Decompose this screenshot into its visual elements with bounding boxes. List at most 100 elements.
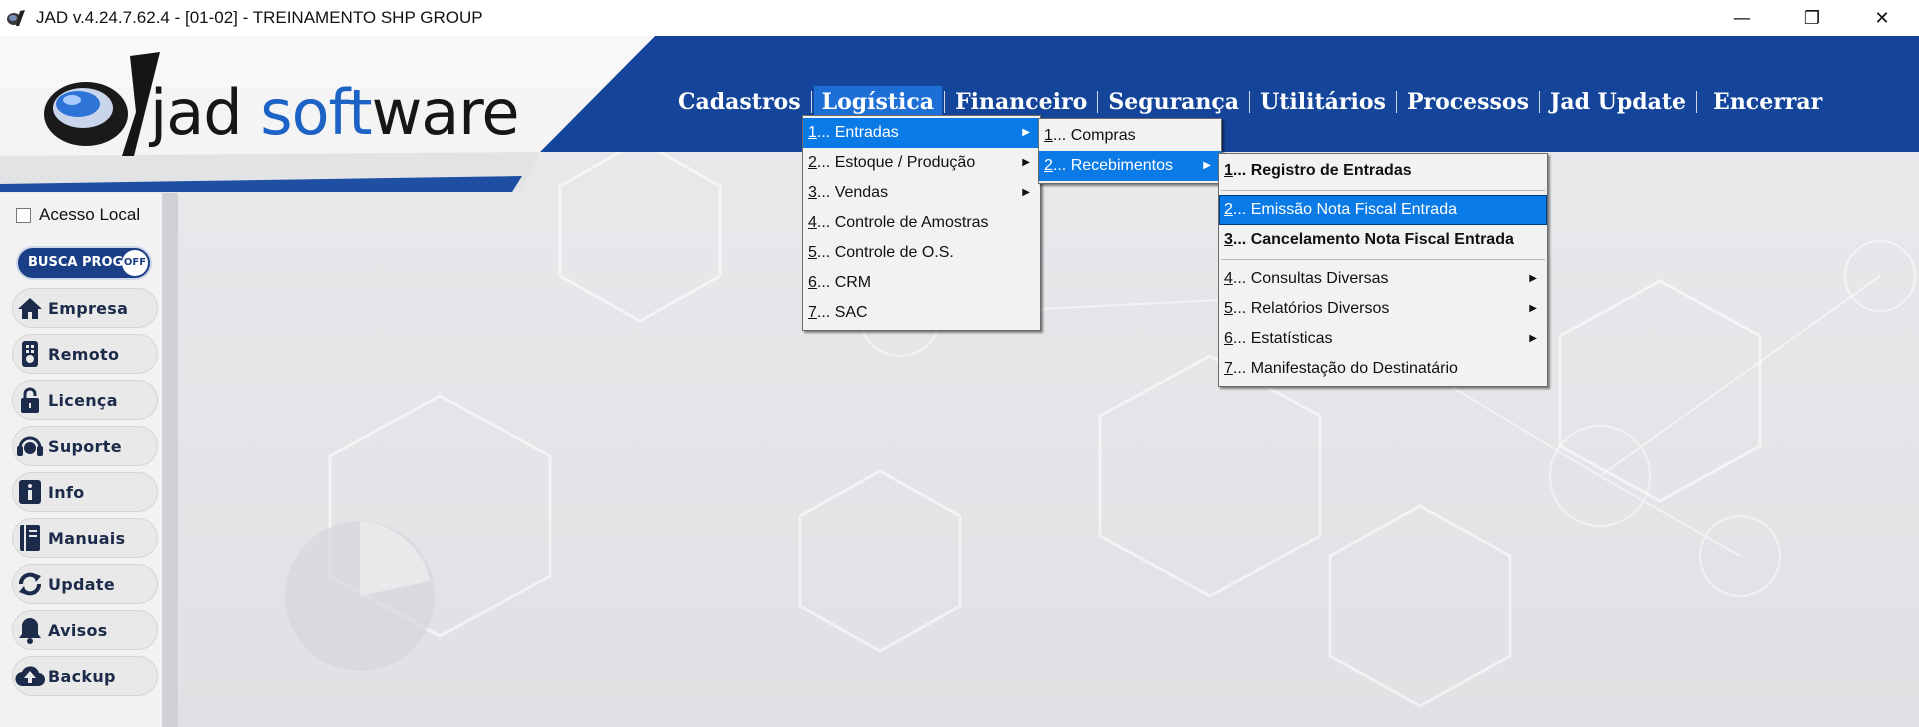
menu-item-number: 1	[808, 124, 817, 141]
menu-item-number: 4	[1224, 270, 1233, 287]
menu-item-label: ... Registro de Entradas	[1232, 162, 1412, 179]
sidebar-button-empresa[interactable]: Empresa	[12, 288, 158, 328]
menu-item-number: 2	[808, 154, 817, 171]
menu-item-number: 5	[1224, 300, 1233, 317]
local-access-checkbox[interactable]	[16, 207, 31, 223]
menu-item-number: 7	[808, 304, 817, 321]
sidebar-button-label: Backup	[48, 666, 116, 686]
menu-logistica[interactable]: Logística	[813, 86, 943, 118]
menu-item-label: ... Compras	[1052, 127, 1136, 144]
menu-item-number: 1	[1044, 127, 1053, 144]
menu-item-estatisticas[interactable]: 6... Estatísticas ▶	[1219, 324, 1547, 354]
sidebar: Acesso Local BUSCA PROG. OFF Empresa Rem…	[0, 193, 178, 727]
logo-text-soft: soft	[260, 76, 372, 149]
app-icon	[7, 10, 25, 26]
maximize-button[interactable]: ❐	[1781, 0, 1843, 36]
menu-separator	[944, 91, 946, 113]
menu-separator	[1221, 259, 1545, 260]
menu-item-compras[interactable]: 1... Compras	[1039, 121, 1221, 151]
menu-item-estoque-producao[interactable]: 2... Estoque / Produção ▶	[803, 148, 1040, 178]
menu-utilitarios[interactable]: Utilitários	[1252, 86, 1394, 118]
menu-item-number: 6	[808, 274, 817, 291]
menu-item-number: 3	[1224, 231, 1233, 248]
menu-seguranca[interactable]: Segurança	[1100, 86, 1247, 118]
menu-item-controle-amostras[interactable]: 4... Controle de Amostras	[803, 208, 1040, 238]
sidebar-button-licenca[interactable]: Licença	[12, 380, 158, 420]
lock-icon	[12, 386, 48, 414]
menu-item-number: 2	[1044, 157, 1053, 174]
menu-item-emissao-nota-fiscal-entrada[interactable]: 2... Emissão Nota Fiscal Entrada	[1219, 195, 1547, 225]
sidebar-button-info[interactable]: Info	[12, 472, 158, 512]
busca-prog-label: BUSCA PROG.	[28, 255, 129, 270]
menu-item-relatorios-diversos[interactable]: 5... Relatórios Diversos ▶	[1219, 294, 1547, 324]
menu-processos[interactable]: Processos	[1399, 86, 1537, 118]
menu-item-label: ... Emissão Nota Fiscal Entrada	[1232, 201, 1457, 218]
sidebar-button-label: Remoto	[48, 344, 120, 364]
menu-separator	[1395, 91, 1397, 113]
menu-item-crm[interactable]: 6... CRM	[803, 268, 1040, 298]
menu-separator	[810, 91, 812, 113]
sidebar-button-label: Update	[48, 574, 115, 594]
logo-text-ware: ware	[371, 76, 520, 149]
recebimentos-submenu: 1... Registro de Entradas 2... Emissão N…	[1218, 153, 1548, 387]
local-access-label: Acesso Local	[39, 205, 141, 224]
sidebar-button-update[interactable]: Update	[12, 564, 158, 604]
submenu-arrow-icon: ▶	[1529, 333, 1537, 344]
menu-item-number: 7	[1224, 360, 1233, 377]
info-icon	[12, 479, 48, 505]
home-icon	[12, 296, 48, 320]
menu-cadastros[interactable]: Cadastros	[670, 86, 809, 118]
menu-item-label: ... Recebimentos	[1052, 157, 1173, 174]
sidebar-button-label: Suporte	[48, 436, 122, 456]
submenu-arrow-icon: ▶	[1022, 157, 1030, 168]
close-button[interactable]: ✕	[1851, 0, 1913, 36]
menu-item-label: ... SAC	[816, 304, 868, 321]
sidebar-button-suporte[interactable]: Suporte	[12, 426, 158, 466]
sidebar-button-label: Info	[48, 482, 85, 502]
menu-item-label: ... Cancelamento Nota Fiscal Entrada	[1232, 231, 1514, 248]
sidebar-button-avisos[interactable]: Avisos	[12, 610, 158, 650]
menu-item-entradas[interactable]: 1... Entradas ▶	[803, 118, 1040, 148]
sidebar-button-manuais[interactable]: Manuais	[12, 518, 158, 558]
local-access-option[interactable]: Acesso Local	[16, 205, 140, 225]
menu-encerrar[interactable]: Encerrar	[1699, 86, 1830, 118]
menu-item-label: ... CRM	[816, 274, 872, 291]
menu-item-number: 5	[808, 244, 817, 261]
menu-item-controle-os[interactable]: 5... Controle de O.S.	[803, 238, 1040, 268]
menu-item-label: ... Controle de O.S.	[816, 244, 954, 261]
menu-financeiro[interactable]: Financeiro	[947, 86, 1095, 118]
menu-item-consultas-diversas[interactable]: 4... Consultas Diversas ▶	[1219, 264, 1547, 294]
menu-item-number: 3	[808, 184, 817, 201]
headset-icon	[12, 433, 48, 459]
busca-prog-toggle[interactable]: BUSCA PROG. OFF	[16, 246, 152, 280]
menu-item-manifestacao-destinatario[interactable]: 7... Manifestação do Destinatário	[1219, 354, 1547, 384]
menu-separator	[1538, 91, 1540, 113]
submenu-arrow-icon: ▶	[1529, 303, 1537, 314]
menu-separator	[1249, 91, 1251, 113]
remote-icon	[12, 340, 48, 368]
menu-item-registro-entradas[interactable]: 1... Registro de Entradas	[1219, 156, 1547, 186]
menu-item-number: 1	[1224, 162, 1233, 179]
window-title: JAD v.4.24.7.62.4 - [01-02] - TREINAMENT…	[36, 8, 483, 27]
sidebar-button-backup[interactable]: Backup	[12, 656, 158, 696]
menu-item-sac[interactable]: 7... SAC	[803, 298, 1040, 328]
minimize-button[interactable]: —	[1711, 0, 1773, 36]
menu-separator	[1097, 91, 1099, 113]
submenu-arrow-icon: ▶	[1022, 187, 1030, 198]
menu-item-label: ... Relatórios Diversos	[1232, 300, 1390, 317]
toggle-off-indicator: OFF	[122, 250, 148, 276]
manual-icon	[12, 524, 48, 552]
sidebar-button-remoto[interactable]: Remoto	[12, 334, 158, 374]
sidebar-edge	[162, 193, 178, 727]
menu-item-label: ... Controle de Amostras	[816, 214, 989, 231]
menu-item-number: 2	[1224, 201, 1233, 218]
menu-item-cancelamento-nota-fiscal-entrada[interactable]: 3... Cancelamento Nota Fiscal Entrada	[1219, 225, 1547, 255]
sidebar-button-label: Avisos	[48, 620, 108, 640]
menu-jad-update[interactable]: Jad Update	[1542, 86, 1694, 118]
submenu-arrow-icon: ▶	[1022, 127, 1030, 138]
jad-software-logo: jad software	[0, 36, 620, 192]
menu-item-recebimentos[interactable]: 2... Recebimentos ▶	[1039, 151, 1221, 181]
menu-item-number: 4	[808, 214, 817, 231]
menu-item-vendas[interactable]: 3... Vendas ▶	[803, 178, 1040, 208]
window-titlebar: JAD v.4.24.7.62.4 - [01-02] - TREINAMENT…	[0, 0, 1919, 36]
